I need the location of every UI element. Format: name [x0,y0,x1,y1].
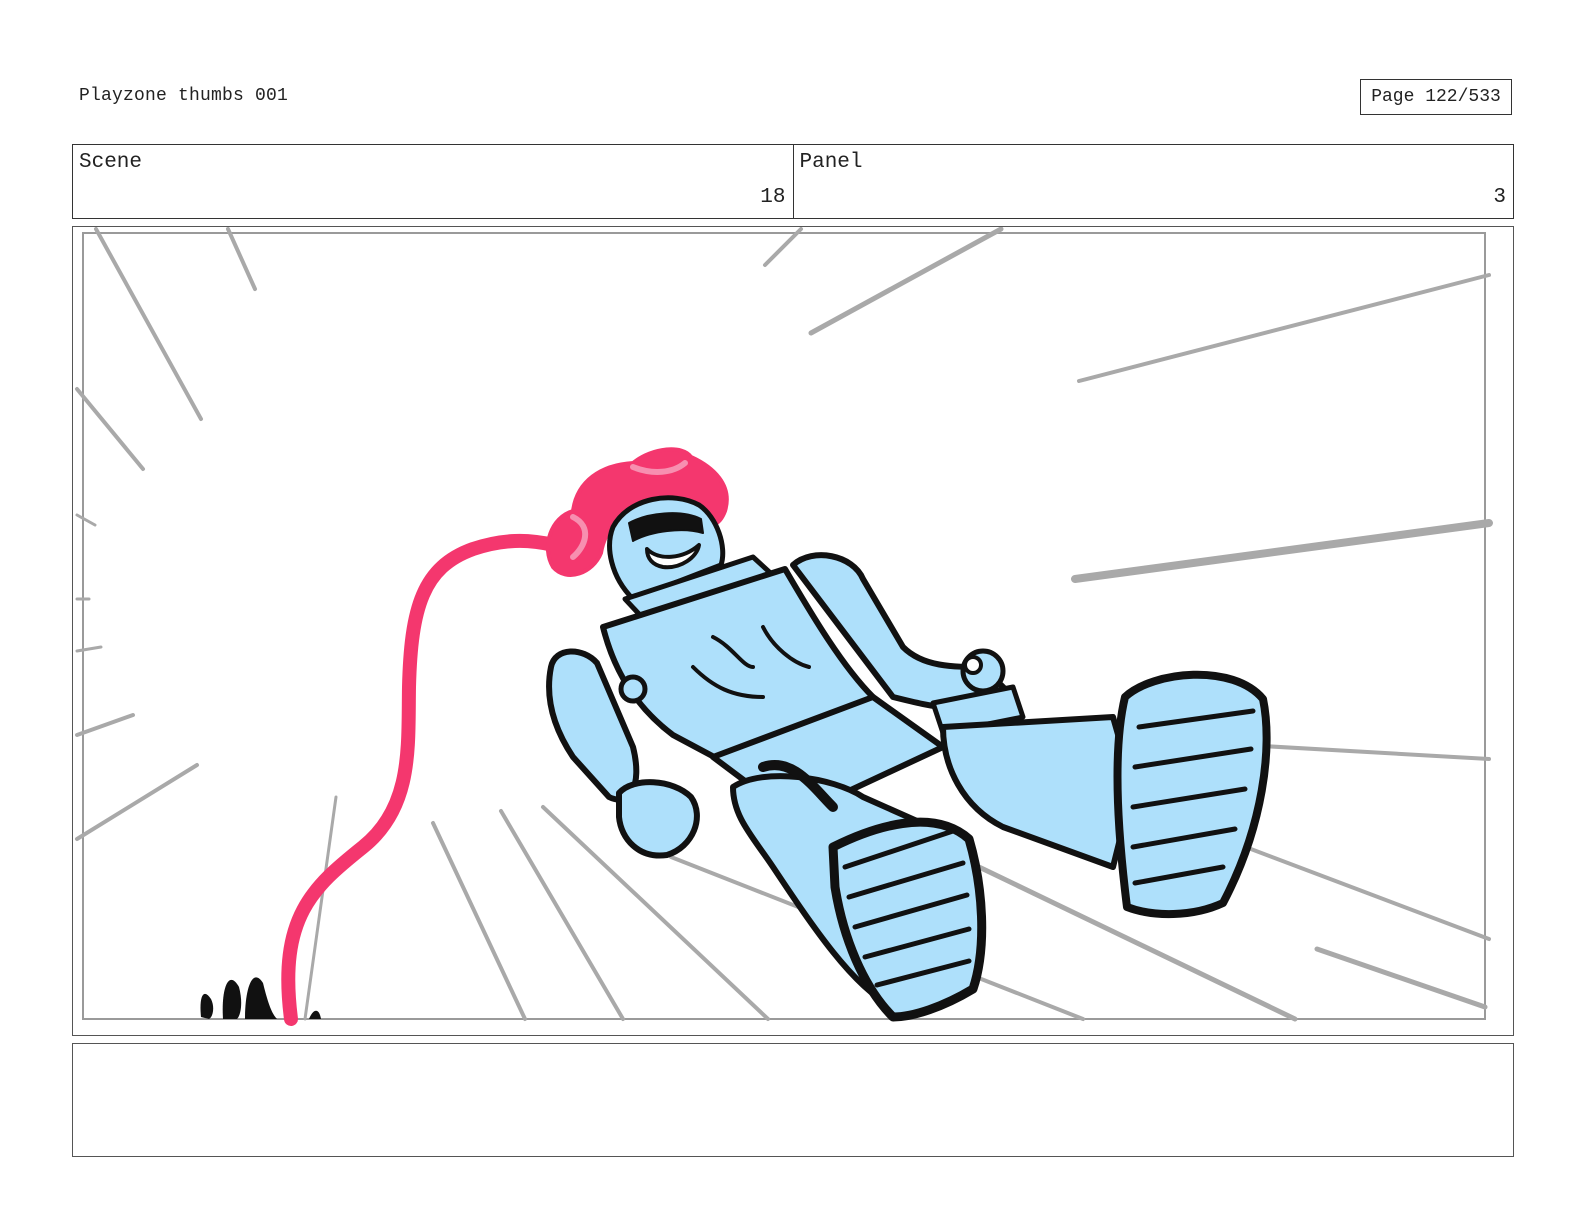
robot-near-boot [828,817,987,1022]
page-indicator: Page 122/533 [1360,79,1512,115]
panel-cell: Panel 3 [792,145,1514,218]
scene-panel-header: Scene 18 Panel 3 [72,144,1514,219]
storyboard-panel [72,226,1514,1036]
scene-label: Scene [79,151,143,174]
panel-label: Panel [799,151,863,174]
robot-figure [545,447,1271,1022]
panel-notes-box [72,1043,1514,1157]
robot-left-fist [616,779,700,859]
plug-tufts [200,977,321,1019]
panel-drawing [75,227,1493,1026]
cable [281,533,560,1026]
panel-number: 3 [1493,186,1506,209]
scene-number: 18 [760,186,786,209]
scene-cell: Scene 18 [73,145,793,218]
document-title: Playzone thumbs 001 [79,86,289,106]
